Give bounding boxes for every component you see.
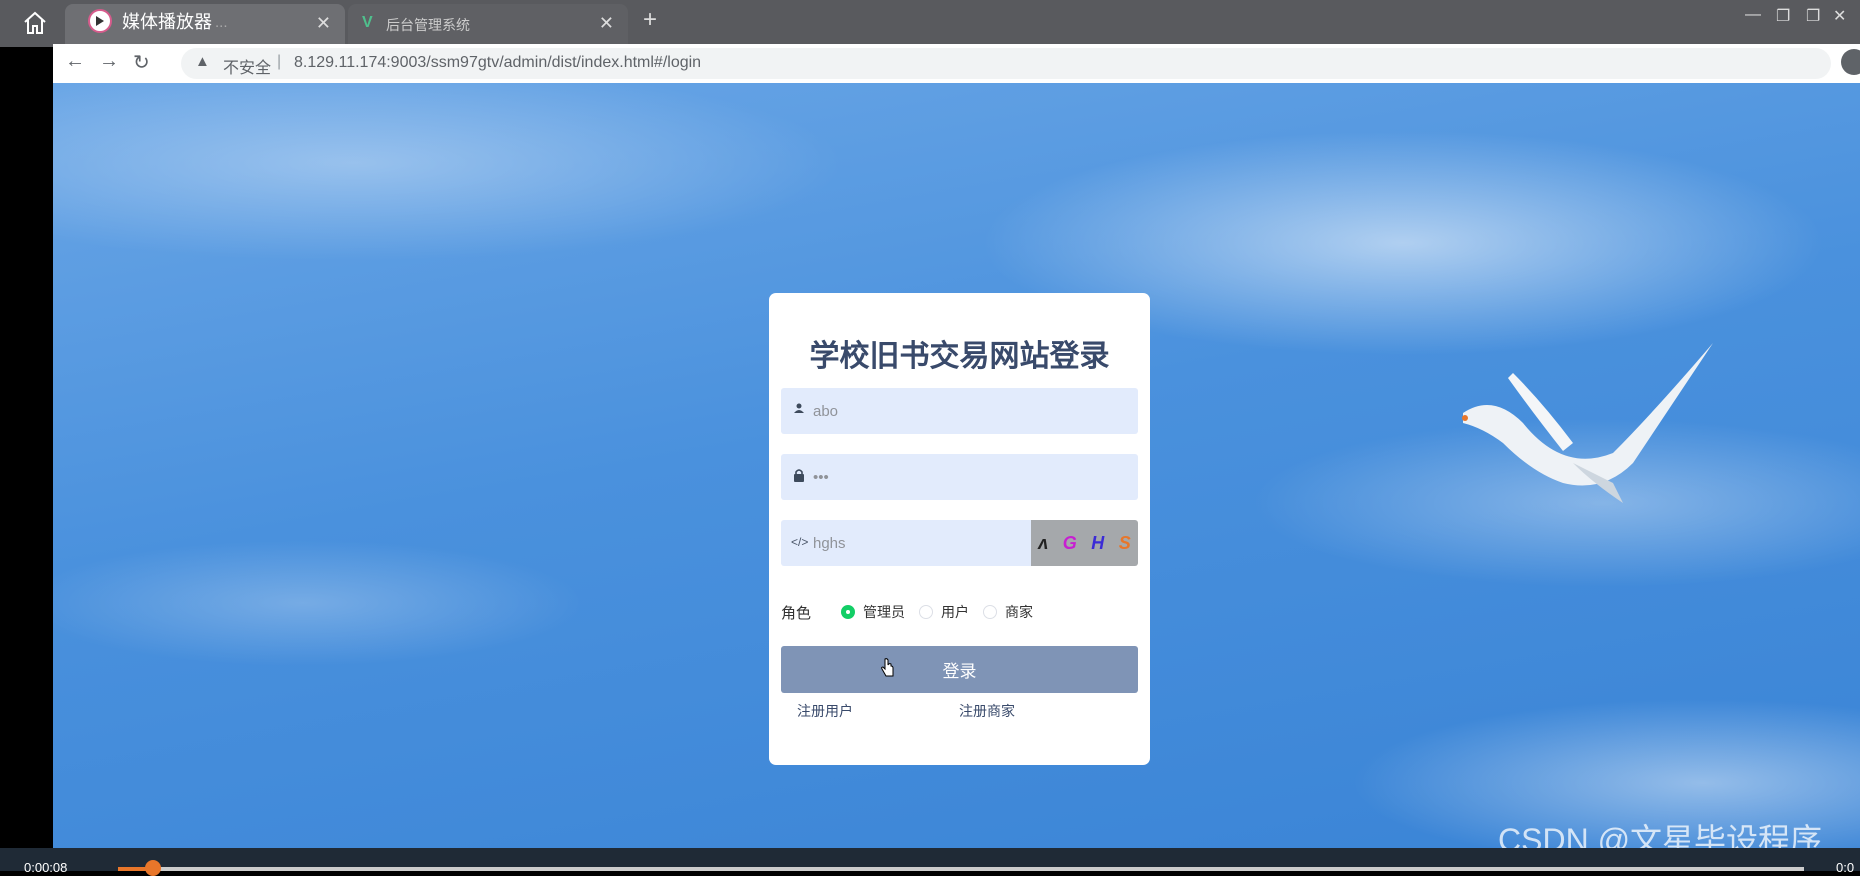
login-page: 学校旧书交易网站登录 </> ʌ G H S 角色 — [53, 83, 1860, 848]
captcha-image[interactable]: ʌ G H S — [1031, 520, 1138, 566]
lock-icon — [791, 468, 807, 484]
captcha-char: H — [1091, 532, 1105, 553]
hand-cursor-icon — [881, 658, 894, 677]
captcha-char: S — [1118, 532, 1131, 553]
player-title: 媒体播放器 — [88, 8, 212, 34]
login-card: 学校旧书交易网站登录 </> ʌ G H S 角色 — [769, 293, 1150, 765]
maximize-icon[interactable]: ❐ — [1806, 6, 1820, 26]
role-radio-admin[interactable]: 管理员 — [841, 602, 905, 622]
login-button[interactable]: 登录 — [781, 646, 1138, 693]
new-tab-icon[interactable]: + — [643, 6, 657, 34]
tab-label: 后台管理系统 — [386, 17, 470, 33]
address-bar: ← → ↻ ▲ 不安全 | 8.129.11.174:9003/ssm97gtv… — [53, 44, 1860, 83]
close-window-icon[interactable]: ✕ — [1833, 6, 1846, 26]
url-field[interactable]: ▲ 不安全 | 8.129.11.174:9003/ssm97gtv/admin… — [181, 48, 1831, 79]
warning-triangle-icon: ▲ — [195, 53, 210, 70]
browser-tab-admin[interactable]: V 后台管理系统 ✕ — [348, 4, 628, 47]
security-label: 不安全 — [223, 60, 272, 77]
role-radio-merchant[interactable]: 商家 — [983, 602, 1033, 622]
progress-bar[interactable] — [118, 867, 1804, 871]
role-radio-user[interactable]: 用户 — [919, 602, 969, 622]
vue-logo-icon: V — [362, 14, 373, 31]
arrow-left-icon[interactable]: ← — [65, 50, 85, 73]
login-button-label: 登录 — [942, 662, 977, 681]
password-input[interactable] — [813, 454, 1113, 500]
page-title: 学校旧书交易网站登录 — [809, 340, 1110, 373]
current-time: 0:00:08 — [24, 860, 68, 875]
captcha-char: G — [1062, 532, 1077, 553]
radio-label: 商家 — [1005, 604, 1034, 620]
role-label: 角色 — [781, 604, 812, 622]
password-field — [781, 454, 1138, 500]
user-icon — [791, 402, 807, 418]
tab-ghost-text: ... — [215, 14, 228, 31]
reload-icon[interactable]: ↻ — [133, 50, 150, 75]
radio-selected-icon[interactable] — [841, 605, 856, 619]
progress-fill — [118, 867, 147, 871]
username-field — [781, 388, 1138, 434]
close-icon[interactable]: ✕ — [599, 13, 614, 34]
arrow-right-icon[interactable]: → — [99, 50, 119, 73]
play-logo-icon — [88, 9, 112, 33]
radio-icon[interactable] — [919, 605, 934, 619]
swan-image — [1462, 343, 1713, 503]
player-title-bar: ... ✕ 媒体播放器 V 后台管理系统 ✕ + — ❐ ❐ ✕ — [0, 0, 1860, 47]
total-time: 0:0 — [1836, 860, 1855, 875]
captcha-field: </> — [781, 520, 1113, 566]
radio-label: 用户 — [941, 604, 970, 620]
close-icon[interactable]: ✕ — [316, 13, 331, 34]
register-user-link[interactable]: 注册用户 — [797, 701, 853, 721]
role-selector: 角色 管理员 用户 商家 — [781, 600, 1138, 624]
avatar-icon[interactable] — [1841, 49, 1860, 75]
restore-icon[interactable]: ❐ — [1776, 6, 1790, 26]
radio-label: 管理员 — [863, 604, 906, 620]
player-title-text: 媒体播放器 — [122, 12, 212, 32]
minimize-icon[interactable]: — — [1745, 6, 1761, 24]
player-control-bar: 0:00:08 0:0 — [0, 848, 1860, 876]
home-icon[interactable] — [22, 10, 48, 36]
username-input[interactable] — [813, 388, 1113, 434]
url-separator: | — [277, 53, 282, 70]
url-text: 8.129.11.174:9003/ssm97gtv/admin/dist/in… — [294, 54, 702, 71]
captcha-char: ʌ — [1038, 532, 1049, 553]
register-merchant-link[interactable]: 注册商家 — [959, 701, 1015, 721]
progress-knob[interactable] — [145, 860, 161, 876]
code-icon: </> — [791, 535, 809, 549]
radio-icon[interactable] — [983, 605, 998, 619]
